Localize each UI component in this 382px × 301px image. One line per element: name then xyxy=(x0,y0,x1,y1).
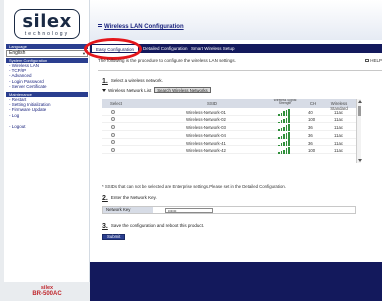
table-row[interactable]: Wireless-Network-04 36 11ac xyxy=(102,131,356,139)
table-row[interactable]: Wireless-Network-03 36 11ac xyxy=(102,123,356,132)
step-2-number: 2. xyxy=(102,195,108,202)
network-channel: 36 xyxy=(308,125,313,131)
table-scrollbar[interactable] xyxy=(356,99,362,163)
footer-model: BR-500AC xyxy=(32,291,62,297)
network-ssid: Wireless-Network-03 xyxy=(186,125,226,131)
menu-lines-icon xyxy=(98,24,102,29)
tab-detailed-configuration[interactable]: Detailed Configuration xyxy=(140,45,191,52)
content-area: The following is the procedure to config… xyxy=(98,58,382,240)
intro-text: The following is the procedure to config… xyxy=(98,58,236,63)
header-signal: Wireless Signal Strength xyxy=(273,99,297,105)
bottom-bar xyxy=(90,262,382,301)
network-ssid: Wireless-Network-41 xyxy=(186,140,226,146)
step-3-number: 3. xyxy=(102,223,108,230)
step-1: 1. Select a wireless network. xyxy=(102,78,163,85)
logo-subtext: technology xyxy=(24,31,70,37)
header-bar: Wireless LAN Configuration xyxy=(90,0,382,40)
language-section: Language English ▼ xyxy=(6,44,88,57)
network-key-row: Network Key •••••• xyxy=(102,206,356,214)
divider xyxy=(98,70,382,71)
product-footer: silex BR-500AC xyxy=(4,282,90,301)
network-ssid: Wireless-Network-04 xyxy=(186,132,226,138)
network-table: Select SSID Wireless Signal Strength CH … xyxy=(102,99,356,163)
step-3: 3. Save the configuration and reboot this… xyxy=(102,223,204,230)
menu-server-certificate[interactable]: - Server Certificate xyxy=(6,84,88,89)
network-channel: 100 xyxy=(308,148,316,154)
logo-text: silex xyxy=(22,11,72,32)
page-title-text: Wireless LAN Configuration xyxy=(104,24,184,30)
tab-smart-wireless-setup[interactable]: Smart Wireless Setup xyxy=(188,45,238,52)
signal-strength-icon xyxy=(278,139,294,147)
step-2-text: Enter the Network Key. xyxy=(110,195,157,200)
signal-strength-icon xyxy=(278,131,294,139)
network-ssid: Wireless-Network-42 xyxy=(186,148,226,154)
help-label: HELP xyxy=(370,58,382,63)
language-select[interactable]: English ▼ xyxy=(6,50,88,57)
footer-brand: silex xyxy=(40,285,54,291)
network-standard: 11ac xyxy=(334,140,343,146)
language-value: English xyxy=(9,50,26,56)
network-channel: 36 xyxy=(308,132,313,138)
network-radio[interactable] xyxy=(111,140,115,145)
step-3-text: Save the configuration and reboot this p… xyxy=(110,223,205,228)
main-panel: Wireless LAN Configuration Easy Configur… xyxy=(84,0,382,301)
highlight-annotation xyxy=(84,38,142,60)
scroll-up-icon[interactable] xyxy=(357,100,362,103)
search-networks-button[interactable]: Search Wireless Networks xyxy=(154,87,211,93)
network-radio[interactable] xyxy=(111,109,115,114)
enterprise-note: * SSIDs that can not be selected are Ent… xyxy=(102,184,286,189)
network-ssid: Wireless-Network-01 xyxy=(186,109,226,115)
network-radio[interactable] xyxy=(111,117,115,122)
sidebar: silex technology Language English ▼ Syst… xyxy=(4,0,90,301)
network-radio[interactable] xyxy=(111,132,115,137)
header-ch: CH xyxy=(309,101,317,106)
language-header: Language xyxy=(6,44,88,49)
network-channel: 36 xyxy=(308,140,313,146)
table-row[interactable]: Wireless-Network-42 100 11ac xyxy=(102,146,356,155)
logout-section: - Logout xyxy=(6,124,88,129)
network-standard: 11ac xyxy=(334,109,343,115)
network-ssid: Wireless-Network-02 xyxy=(186,117,226,123)
submit-button[interactable]: Submit xyxy=(102,234,126,240)
step-1-text: Select a wireless network. xyxy=(110,78,163,83)
table-row[interactable]: Wireless-Network-02 100 11ac xyxy=(102,116,356,124)
page-title: Wireless LAN Configuration xyxy=(98,24,184,30)
maintenance-section: Maintenance - Restart - Setting Initiali… xyxy=(6,92,88,118)
menu-log[interactable]: - Log xyxy=(6,113,88,118)
header-ssid: SSID xyxy=(206,101,218,106)
menu-logout[interactable]: - Logout xyxy=(6,124,88,129)
signal-strength-icon xyxy=(278,124,294,131)
table-header: Select SSID Wireless Signal Strength CH … xyxy=(102,99,356,111)
table-row[interactable]: Wireless-Network-41 36 11ac xyxy=(102,139,356,147)
network-list-bar: Wireless Network List Search Wireless Net… xyxy=(102,87,211,93)
help-icon xyxy=(365,59,370,63)
signal-strength-icon xyxy=(278,108,294,116)
network-standard: 11ac xyxy=(334,132,343,138)
triangle-down-icon xyxy=(102,89,106,93)
step-2: 2. Enter the Network Key. xyxy=(102,195,157,202)
step-1-number: 1. xyxy=(102,78,108,85)
header-select: Select xyxy=(110,101,122,106)
scroll-down-icon[interactable] xyxy=(357,159,362,162)
network-standard: 11ac xyxy=(334,125,343,131)
network-radio[interactable] xyxy=(111,124,115,129)
help-button[interactable]: HELP xyxy=(365,58,382,63)
scroll-thumb[interactable] xyxy=(357,106,361,116)
signal-strength-icon xyxy=(278,147,294,154)
network-radio[interactable] xyxy=(111,147,115,152)
network-standard: 11ac xyxy=(334,148,343,154)
table-row[interactable]: Wireless-Network-01 40 11ac xyxy=(102,108,356,116)
network-channel: 100 xyxy=(308,117,316,123)
system-config-section: System Configuration - Wireless LAN - TC… xyxy=(6,58,88,89)
network-channel: 40 xyxy=(308,109,313,115)
network-key-label: Network Key xyxy=(103,207,153,213)
network-rows: Wireless-Network-01 40 11ac Wireless-Networ… xyxy=(102,108,356,155)
network-standard: 11ac xyxy=(334,117,343,123)
network-list-label[interactable]: Wireless Network List xyxy=(108,88,151,93)
network-key-input[interactable]: •••••• xyxy=(165,208,213,213)
signal-strength-icon xyxy=(278,116,294,124)
silex-logo: silex technology xyxy=(14,9,80,39)
